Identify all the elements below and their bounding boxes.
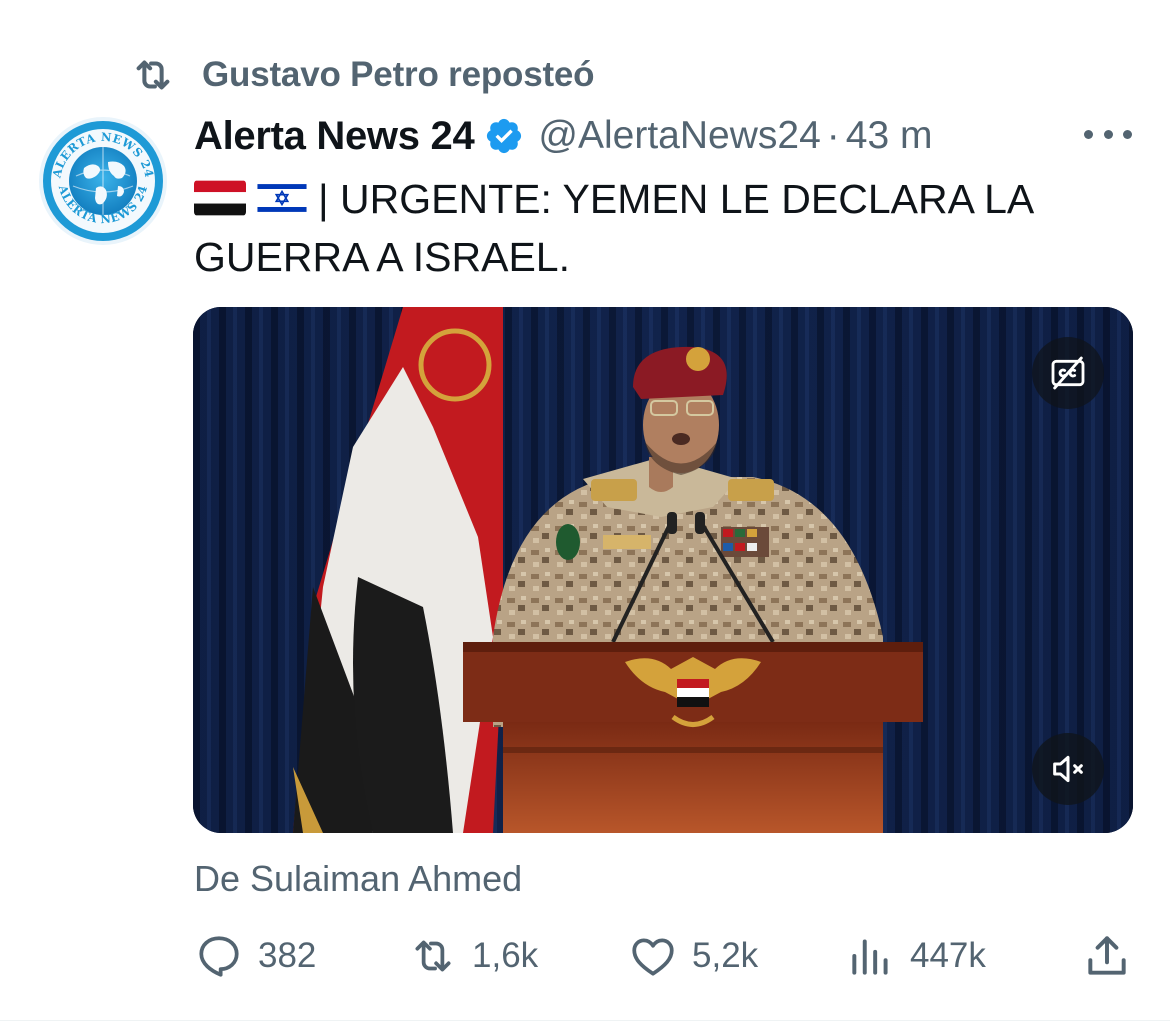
timestamp[interactable]: 43 m (846, 114, 933, 158)
repost-indicator[interactable]: Gustavo Petro reposteó (130, 52, 595, 98)
video-attribution[interactable]: De Sulaiman Ahmed (194, 858, 522, 900)
avatar[interactable]: ALERTA NEWS 24 ALERTA NEWS 24 (38, 116, 168, 246)
separator-dot: · (826, 114, 840, 157)
repost-label: Gustavo Petro reposteó (202, 55, 595, 94)
muted-speaker-icon[interactable] (1032, 733, 1104, 805)
views-button[interactable]: 447k (846, 926, 986, 986)
reply-icon (199, 936, 239, 977)
like-count: 5,2k (692, 936, 759, 975)
yemen-flag-icon (194, 180, 246, 216)
divider (0, 1020, 1170, 1021)
retweet-button[interactable]: 1,6k (408, 926, 538, 986)
video-frame (193, 307, 1133, 833)
action-bar: 382 1,6k 5,2k 447k (194, 926, 1134, 986)
more-icon[interactable] (1084, 118, 1132, 150)
verified-badge-icon[interactable] (484, 116, 524, 156)
retweet-count: 1,6k (472, 936, 539, 975)
share-button[interactable] (1082, 926, 1132, 986)
views-count: 447k (910, 936, 986, 975)
handle[interactable]: @AlertaNews24 (538, 114, 820, 158)
captions-off-icon[interactable] (1032, 337, 1104, 409)
israel-flag-icon (256, 180, 308, 217)
like-button[interactable]: 5,2k (628, 926, 758, 986)
display-name[interactable]: Alerta News 24 (194, 114, 475, 159)
video-player[interactable] (193, 307, 1133, 833)
share-icon (1088, 936, 1126, 975)
tweet-text: | URGENTE: YEMEN LE DECLARA LA GUERRA A … (194, 170, 1114, 286)
heart-icon (632, 938, 674, 976)
tweet-header: Alerta News 24 @AlertaNews24 · 43 m (194, 108, 932, 164)
reply-count: 382 (258, 936, 317, 975)
retweet-icon (415, 940, 451, 972)
repost-icon (130, 52, 176, 98)
views-icon (852, 939, 888, 975)
tweet-body: | URGENTE: YEMEN LE DECLARA LA GUERRA A … (194, 176, 1032, 280)
reply-button[interactable]: 382 (194, 926, 316, 986)
